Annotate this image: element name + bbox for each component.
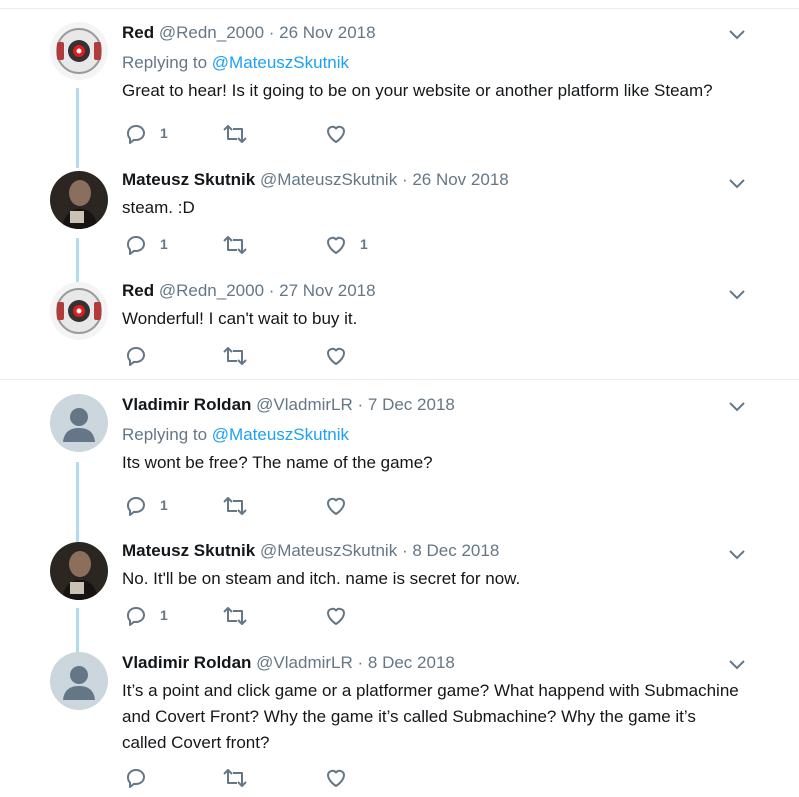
- reply-button[interactable]: [124, 766, 184, 790]
- retweet-icon: [223, 125, 247, 143]
- like-button[interactable]: [324, 604, 384, 628]
- tweet-text: It’s a point and click game or a platfor…: [122, 681, 739, 752]
- thread-line: [76, 608, 79, 652]
- retweet-button[interactable]: [222, 233, 282, 257]
- tweet-header: Vladimir Roldan @VladmirLR · 7 Dec 2018: [122, 394, 739, 416]
- retweet-button[interactable]: [222, 766, 282, 790]
- tweet-header: Vladimir Roldan @VladmirLR · 8 Dec 2018: [122, 652, 739, 674]
- chevron-down-icon[interactable]: [725, 652, 749, 676]
- tweet-text: Its wont be free? The name of the game?: [122, 453, 433, 472]
- photo-avatar[interactable]: [50, 171, 108, 229]
- reply-button[interactable]: [124, 344, 184, 368]
- author-handle[interactable]: @Redn_2000: [159, 281, 264, 300]
- replying-to: Replying to @MateuszSkutnik: [122, 52, 739, 74]
- reply-count: 1: [160, 236, 168, 252]
- retweet-button[interactable]: [222, 604, 282, 628]
- reply-icon: [126, 497, 145, 516]
- tweet-text: Great to hear! Is it going to be on your…: [122, 81, 713, 100]
- tweet-text: steam. :D: [122, 198, 195, 217]
- reply-icon: [126, 125, 145, 144]
- retweet-icon: [223, 497, 247, 515]
- like-button[interactable]: [324, 494, 384, 518]
- retweet-button[interactable]: [222, 344, 282, 368]
- chevron-down-icon[interactable]: [725, 394, 749, 418]
- author-handle[interactable]: @VladmirLR: [256, 653, 353, 672]
- retweet-icon: [223, 607, 247, 625]
- like-button[interactable]: [324, 122, 384, 146]
- heart-icon: [327, 497, 345, 515]
- thread-line: [76, 462, 79, 542]
- reply-count: 1: [160, 607, 168, 623]
- author-handle[interactable]: @Redn_2000: [159, 23, 264, 42]
- author-name[interactable]: Red: [122, 23, 154, 42]
- like-button[interactable]: [324, 766, 384, 790]
- reply-icon: [126, 769, 145, 788]
- reply-icon: [126, 236, 145, 255]
- chevron-down-icon[interactable]: [725, 171, 749, 195]
- author-name[interactable]: Red: [122, 281, 154, 300]
- default-avatar[interactable]: [50, 652, 108, 710]
- replying-to-label: Replying to: [122, 53, 212, 72]
- author-handle[interactable]: @MateuszSkutnik: [260, 170, 397, 189]
- author-handle[interactable]: @MateuszSkutnik: [260, 541, 397, 560]
- tweet-header: Mateusz Skutnik @MateuszSkutnik · 26 Nov…: [122, 169, 739, 191]
- tweet-text: No. It'll be on steam and itch. name is …: [122, 569, 521, 588]
- heart-icon: [327, 607, 345, 625]
- reply-button[interactable]: 1: [124, 604, 184, 628]
- top-divider: [0, 8, 799, 9]
- thread-line: [76, 238, 79, 282]
- conversation-divider: [0, 379, 799, 380]
- tweet-date[interactable]: · 26 Nov 2018: [402, 170, 509, 189]
- tweet-date[interactable]: · 27 Nov 2018: [269, 281, 376, 300]
- replying-to-label: Replying to: [122, 425, 212, 444]
- tweet-header: Mateusz Skutnik @MateuszSkutnik · 8 Dec …: [122, 540, 739, 562]
- tweet-date[interactable]: · 7 Dec 2018: [358, 395, 455, 414]
- retweet-icon: [223, 769, 247, 787]
- heart-icon: [327, 769, 345, 787]
- reply-icon: [126, 347, 145, 366]
- reply-count: 1: [160, 125, 168, 141]
- heart-icon: [327, 125, 345, 143]
- tweet-header: Red @Redn_2000 · 26 Nov 2018: [122, 22, 739, 44]
- like-count: 1: [360, 236, 368, 252]
- tweet-text: Wonderful! I can't wait to buy it.: [122, 309, 358, 328]
- chevron-down-icon[interactable]: [725, 282, 749, 306]
- retweet-button[interactable]: [222, 122, 282, 146]
- thread-line: [76, 88, 79, 168]
- reply-button[interactable]: 1: [124, 233, 184, 257]
- author-name[interactable]: Mateusz Skutnik: [122, 541, 255, 560]
- tweet-header: Red @Redn_2000 · 27 Nov 2018: [122, 280, 739, 302]
- like-button[interactable]: 1: [324, 233, 384, 257]
- tweet-date[interactable]: · 8 Dec 2018: [402, 541, 499, 560]
- author-name[interactable]: Vladimir Roldan: [122, 395, 251, 414]
- author-name[interactable]: Mateusz Skutnik: [122, 170, 255, 189]
- author-handle[interactable]: @VladmirLR: [256, 395, 353, 414]
- mention-link[interactable]: @MateuszSkutnik: [212, 53, 349, 72]
- replying-to: Replying to @MateuszSkutnik: [122, 424, 739, 446]
- portal-core-avatar[interactable]: [50, 282, 108, 340]
- author-name[interactable]: Vladimir Roldan: [122, 653, 251, 672]
- retweet-icon: [223, 347, 247, 365]
- heart-icon: [327, 236, 345, 254]
- retweet-icon: [223, 236, 247, 254]
- reply-button[interactable]: 1: [124, 494, 184, 518]
- heart-icon: [327, 347, 345, 365]
- like-button[interactable]: [324, 344, 384, 368]
- tweet-date[interactable]: · 26 Nov 2018: [269, 23, 376, 42]
- retweet-button[interactable]: [222, 494, 282, 518]
- photo-avatar[interactable]: [50, 542, 108, 600]
- portal-core-avatar[interactable]: [50, 22, 108, 80]
- reply-icon: [126, 607, 145, 626]
- default-avatar[interactable]: [50, 394, 108, 452]
- reply-button[interactable]: 1: [124, 122, 184, 146]
- chevron-down-icon[interactable]: [725, 22, 749, 46]
- reply-count: 1: [160, 497, 168, 513]
- chevron-down-icon[interactable]: [725, 542, 749, 566]
- tweet-date[interactable]: · 8 Dec 2018: [358, 653, 455, 672]
- mention-link[interactable]: @MateuszSkutnik: [212, 425, 349, 444]
